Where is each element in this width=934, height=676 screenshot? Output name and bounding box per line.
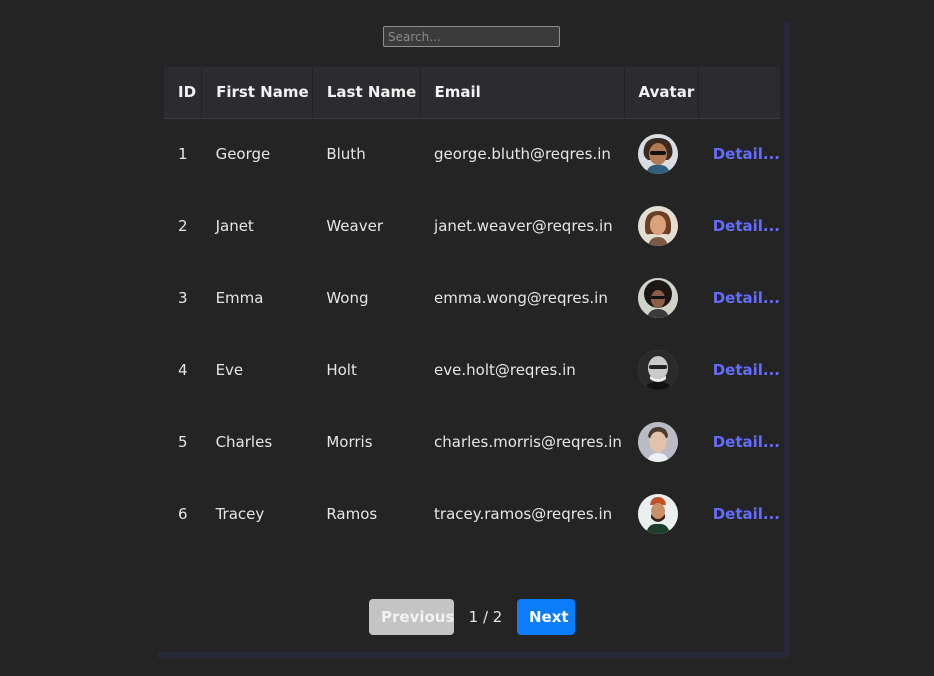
table-row: 1 George Bluth george.bluth@reqres.in De… bbox=[164, 118, 780, 190]
previous-button[interactable]: Previous bbox=[369, 599, 454, 635]
table-body: 1 George Bluth george.bluth@reqres.in De… bbox=[164, 118, 780, 550]
cell-avatar bbox=[624, 334, 699, 406]
header-actions bbox=[698, 67, 780, 119]
table-row: 6 Tracey Ramos tracey.ramos@reqres.in De… bbox=[164, 478, 780, 550]
table-header-row: ID First Name Last Name Email Avatar bbox=[164, 67, 780, 119]
cell-last-name: Bluth bbox=[326, 145, 366, 164]
cell-id: 6 bbox=[178, 505, 188, 523]
cell-email: janet.weaver@reqres.in bbox=[434, 217, 613, 235]
cell-avatar bbox=[624, 190, 699, 262]
app-root: ID First Name Last Name Email Avatar 1 G… bbox=[0, 0, 934, 676]
details-link[interactable]: Detail... bbox=[713, 361, 780, 379]
table-row: 3 Emma Wong emma.wong@reqres.in Detail..… bbox=[164, 262, 780, 334]
header-first-name: First Name bbox=[201, 67, 313, 119]
avatar bbox=[638, 350, 679, 390]
cell-first-name: George bbox=[215, 145, 271, 164]
header-avatar: Avatar bbox=[624, 67, 700, 119]
cell-id: 1 bbox=[178, 145, 188, 164]
cell-id: 2 bbox=[178, 217, 188, 235]
avatar bbox=[638, 278, 679, 318]
cell-avatar bbox=[624, 406, 699, 478]
avatar bbox=[638, 494, 679, 534]
cell-avatar bbox=[624, 262, 699, 334]
cell-email: emma.wong@reqres.in bbox=[434, 289, 608, 307]
details-link[interactable]: Detail... bbox=[713, 289, 780, 307]
cell-last-name: Holt bbox=[326, 361, 357, 379]
search-input[interactable] bbox=[383, 26, 560, 47]
cell-first-name: Tracey bbox=[215, 505, 265, 523]
table-header: ID First Name Last Name Email Avatar bbox=[164, 67, 780, 119]
details-link[interactable]: Detail... bbox=[713, 217, 780, 235]
cell-email: eve.holt@reqres.in bbox=[434, 361, 576, 379]
cell-email: george.bluth@reqres.in bbox=[434, 145, 611, 164]
cell-first-name: Janet bbox=[215, 217, 254, 235]
cell-email: charles.morris@reqres.in bbox=[434, 433, 622, 451]
cell-last-name: Wong bbox=[326, 289, 369, 307]
cell-first-name: Charles bbox=[215, 433, 273, 451]
cell-details: Detail... bbox=[699, 190, 780, 262]
cell-id: 5 bbox=[178, 433, 188, 451]
cell-last-name: Morris bbox=[326, 433, 373, 451]
cell-first-name: Eve bbox=[215, 361, 244, 379]
header-id: ID bbox=[164, 67, 203, 119]
cell-avatar bbox=[624, 478, 699, 550]
avatar bbox=[638, 422, 679, 462]
cell-details: Detail... bbox=[699, 118, 780, 190]
cell-first-name: Emma bbox=[215, 289, 264, 307]
details-link[interactable]: Detail... bbox=[713, 145, 780, 163]
details-link[interactable]: Detail... bbox=[713, 505, 780, 523]
header-last-name: Last Name bbox=[312, 67, 421, 119]
table-row: 2 Janet Weaver janet.weaver@reqres.in De… bbox=[164, 190, 780, 262]
header-email: Email bbox=[420, 67, 625, 119]
pagination: Previous 1 / 2 Next bbox=[369, 599, 575, 635]
page-indicator: 1 / 2 bbox=[468, 608, 503, 626]
cell-details: Detail... bbox=[699, 478, 780, 550]
cell-details: Detail... bbox=[699, 262, 780, 334]
details-link[interactable]: Detail... bbox=[713, 433, 780, 451]
cell-avatar bbox=[624, 118, 699, 190]
cell-id: 4 bbox=[178, 361, 188, 379]
avatar bbox=[638, 134, 679, 175]
cell-details: Detail... bbox=[699, 406, 780, 478]
next-button[interactable]: Next bbox=[517, 599, 575, 635]
table-row: 4 Eve Holt eve.holt@reqres.in Detail... bbox=[164, 334, 780, 406]
users-table: ID First Name Last Name Email Avatar 1 G… bbox=[164, 67, 780, 550]
cell-email: tracey.ramos@reqres.in bbox=[434, 505, 613, 523]
cell-details: Detail... bbox=[699, 334, 780, 406]
cell-last-name: Weaver bbox=[326, 217, 383, 235]
cell-id: 3 bbox=[178, 289, 188, 307]
cell-last-name: Ramos bbox=[326, 505, 378, 523]
table-row: 5 Charles Morris charles.morris@reqres.i… bbox=[164, 406, 780, 478]
avatar bbox=[638, 206, 679, 246]
